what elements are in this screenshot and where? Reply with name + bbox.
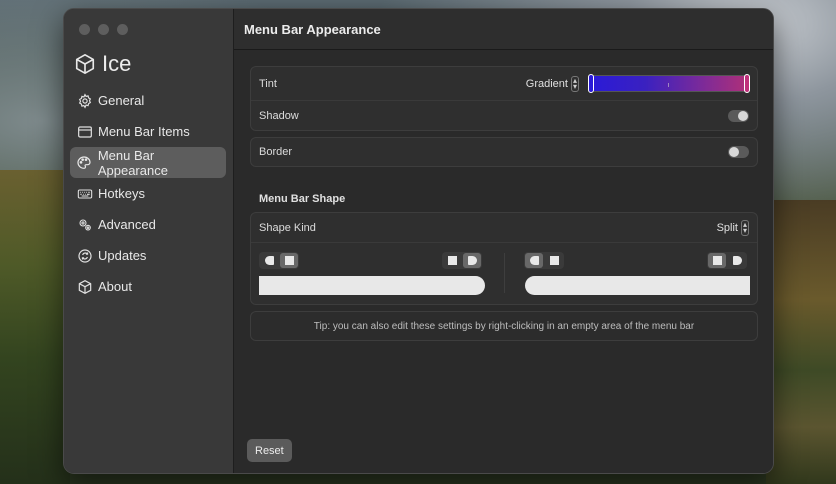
rounded-cap-option[interactable] xyxy=(260,253,278,268)
window-controls xyxy=(79,24,128,35)
right-shape-preview xyxy=(525,276,750,295)
section-title-menu-bar-shape: Menu Bar Shape xyxy=(259,193,346,205)
page-title: Menu Bar Appearance xyxy=(234,9,773,50)
shape-kind-label: Shape Kind xyxy=(259,221,316,234)
right-leading-end-cap-selector[interactable] xyxy=(524,252,564,269)
right-trailing-end-cap-selector[interactable] xyxy=(707,252,747,269)
sidebar-item-label: Menu Bar Items xyxy=(98,124,190,139)
menubar-icon xyxy=(76,123,93,140)
gradient-end-handle[interactable] xyxy=(744,74,750,93)
wallpaper-left xyxy=(0,170,70,484)
keyboard-icon xyxy=(76,185,93,202)
tint-type-value: Gradient xyxy=(525,77,568,90)
chevron-updown-icon: ▴ ▾ xyxy=(740,219,749,236)
rounded-cap-option[interactable] xyxy=(728,253,746,268)
sidebar-item-menu-bar-items[interactable]: Menu Bar Items xyxy=(70,116,226,147)
app-header: Ice xyxy=(74,51,131,77)
ice-cube-icon xyxy=(74,53,96,75)
sidebar-item-label: General xyxy=(98,93,145,108)
palette-icon xyxy=(76,154,93,171)
shape-kind-row: Shape Kind Split ▴ ▾ xyxy=(251,213,757,242)
gradient-picker[interactable] xyxy=(588,74,750,93)
shape-group: Shape Kind Split ▴ ▾ xyxy=(250,212,758,305)
sidebar-item-label: Hotkeys xyxy=(98,186,145,201)
border-group: Border xyxy=(250,137,758,167)
sidebar-item-label: Updates xyxy=(98,248,147,263)
box-icon xyxy=(76,278,93,295)
zoom-button[interactable] xyxy=(117,24,128,35)
sidebar-item-general[interactable]: General xyxy=(70,85,226,116)
sidebar-item-label: About xyxy=(98,279,132,294)
sidebar-item-advanced[interactable]: Advanced xyxy=(70,209,226,240)
tint-type-popup[interactable]: Gradient ▴ ▾ xyxy=(525,75,579,92)
rounded-cap-option[interactable] xyxy=(525,253,543,268)
gear-icon xyxy=(76,92,93,109)
shadow-row: Shadow xyxy=(251,100,757,130)
shadow-label: Shadow xyxy=(259,109,299,122)
gradient-start-handle[interactable] xyxy=(588,74,594,93)
settings-window: Ice General Menu Bar Items Menu Bar Appe… xyxy=(63,8,774,474)
shape-kind-value: Split xyxy=(716,221,738,234)
shape-kind-popup[interactable]: Split ▴ ▾ xyxy=(716,219,749,236)
gears-icon xyxy=(76,216,93,233)
left-shape-preview xyxy=(259,276,485,295)
border-toggle[interactable] xyxy=(728,146,749,158)
tint-label: Tint xyxy=(259,77,277,90)
minimize-button[interactable] xyxy=(98,24,109,35)
shape-divider xyxy=(504,253,505,293)
sidebar-item-label: Advanced xyxy=(98,217,156,232)
refresh-icon xyxy=(76,247,93,264)
chevron-updown-icon: ▴ ▾ xyxy=(570,75,579,92)
main-pane: Menu Bar Appearance Tint Gradient ▴ ▾ Sh… xyxy=(234,9,773,473)
border-label: Border xyxy=(259,146,293,158)
tip-text: Tip: you can also edit these settings by… xyxy=(250,311,758,341)
sidebar-item-label: Menu Bar Appearance xyxy=(97,147,168,178)
sidebar-item-updates[interactable]: Updates xyxy=(70,240,226,271)
sidebar-item-menu-bar-appearance[interactable]: Menu Bar Appearance xyxy=(70,147,226,178)
close-button[interactable] xyxy=(79,24,90,35)
sidebar-item-hotkeys[interactable]: Hotkeys xyxy=(70,178,226,209)
gradient-midpoint-marker xyxy=(668,83,669,87)
wallpaper-right xyxy=(766,200,836,484)
left-leading-end-cap-selector[interactable] xyxy=(259,252,299,269)
square-cap-option[interactable] xyxy=(280,253,298,268)
sidebar-nav: General Menu Bar Items Menu Bar Appearan… xyxy=(70,85,226,302)
app-name: Ice xyxy=(102,51,132,76)
tint-row: Tint Gradient ▴ ▾ xyxy=(251,67,757,100)
sidebar: Ice General Menu Bar Items Menu Bar Appe… xyxy=(64,9,234,473)
reset-button[interactable]: Reset xyxy=(247,439,292,462)
left-trailing-end-cap-selector[interactable] xyxy=(442,252,482,269)
square-cap-option[interactable] xyxy=(708,253,726,268)
sidebar-item-about[interactable]: About xyxy=(70,271,226,302)
square-cap-option[interactable] xyxy=(545,253,563,268)
square-cap-option[interactable] xyxy=(443,253,461,268)
tint-shadow-group: Tint Gradient ▴ ▾ Shadow xyxy=(250,66,758,131)
shadow-toggle[interactable] xyxy=(728,109,749,122)
rounded-cap-option[interactable] xyxy=(463,253,481,268)
border-row: Border xyxy=(251,138,757,166)
shape-editor xyxy=(251,242,757,304)
